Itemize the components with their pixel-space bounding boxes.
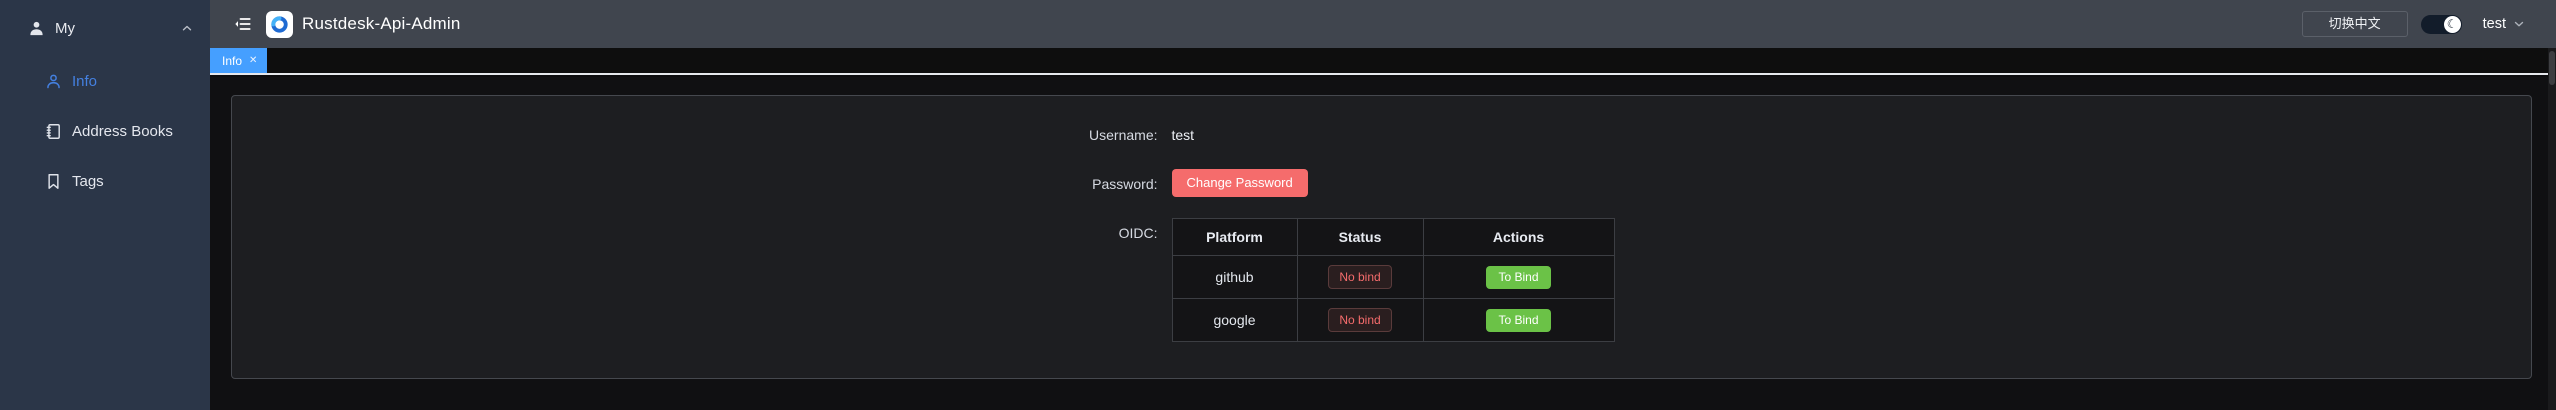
sidebar-item-label: Info — [72, 73, 97, 90]
sidebar-group-my[interactable]: My — [0, 0, 210, 56]
password-row: Password: Change Password — [1062, 169, 1642, 197]
sidebar-item-info[interactable]: Info — [0, 56, 210, 106]
rustdesk-api-admin-app: My Info Address Books Tags — [0, 0, 2556, 410]
oidc-label: OIDC: — [1062, 218, 1172, 243]
tab-info[interactable]: Info ✕ — [210, 48, 267, 73]
to-bind-button[interactable]: To Bind — [1486, 266, 1550, 289]
column-header-status: Status — [1297, 219, 1423, 256]
app-title: Rustdesk-Api-Admin — [302, 14, 461, 34]
status-badge: No bind — [1328, 308, 1391, 332]
sidebar: My Info Address Books Tags — [0, 0, 210, 410]
username-value: test — [1172, 124, 1195, 145]
top-header: Rustdesk-Api-Admin 切换中文 ☾ test — [210, 0, 2556, 48]
switch-language-button[interactable]: 切换中文 — [2302, 11, 2408, 37]
sidebar-group-label: My — [55, 20, 75, 37]
tab-close-icon[interactable]: ✕ — [249, 55, 257, 66]
table-row-google: google No bind To Bind — [1172, 299, 1614, 342]
platform-cell: github — [1172, 256, 1297, 299]
user-filled-icon — [27, 19, 46, 38]
tab-bar: Info ✕ — [210, 48, 2556, 75]
vertical-scrollbar[interactable] — [2548, 48, 2556, 410]
user-info-card: Username: test Password: Change Password… — [231, 95, 2532, 379]
column-header-platform: Platform — [1172, 219, 1297, 256]
tab-label: Info — [222, 54, 242, 68]
sidebar-item-label: Address Books — [72, 123, 173, 140]
platform-cell: google — [1172, 299, 1297, 342]
oidc-table: Platform Status Actions github No bind T… — [1172, 218, 1615, 342]
chevron-down-icon — [2512, 17, 2526, 31]
chevron-up-icon — [180, 21, 194, 35]
actions-cell: To Bind — [1423, 299, 1614, 342]
moon-icon: ☾ — [2444, 16, 2461, 33]
bookmark-icon — [44, 172, 63, 191]
username-row: Username: test — [1062, 124, 1642, 145]
status-cell: No bind — [1297, 256, 1423, 299]
status-cell: No bind — [1297, 299, 1423, 342]
column-header-actions: Actions — [1423, 219, 1614, 256]
user-info-form: Username: test Password: Change Password… — [1062, 124, 1642, 342]
table-row-github: github No bind To Bind — [1172, 256, 1614, 299]
status-badge: No bind — [1328, 265, 1391, 289]
rustdesk-logo — [266, 11, 293, 38]
scrollbar-thumb[interactable] — [2549, 51, 2555, 85]
sidebar-fold-icon[interactable] — [233, 14, 253, 34]
notebook-icon — [44, 122, 63, 141]
sidebar-item-address-books[interactable]: Address Books — [0, 106, 210, 156]
dark-mode-toggle[interactable]: ☾ — [2421, 15, 2462, 34]
main-content: Username: test Password: Change Password… — [210, 77, 2556, 410]
user-menu[interactable]: test — [2483, 16, 2526, 32]
user-name: test — [2483, 16, 2506, 32]
change-password-button[interactable]: Change Password — [1172, 169, 1308, 197]
sidebar-item-tags[interactable]: Tags — [0, 156, 210, 206]
sidebar-item-label: Tags — [72, 173, 104, 190]
to-bind-button[interactable]: To Bind — [1486, 309, 1550, 332]
actions-cell: To Bind — [1423, 256, 1614, 299]
oidc-row: OIDC: Platform Status Actions github — [1062, 218, 1642, 342]
user-outline-icon — [44, 72, 63, 91]
password-label: Password: — [1062, 169, 1172, 194]
header-actions: 切换中文 ☾ test — [2302, 11, 2526, 37]
table-header-row: Platform Status Actions — [1172, 219, 1614, 256]
username-label: Username: — [1062, 124, 1172, 145]
